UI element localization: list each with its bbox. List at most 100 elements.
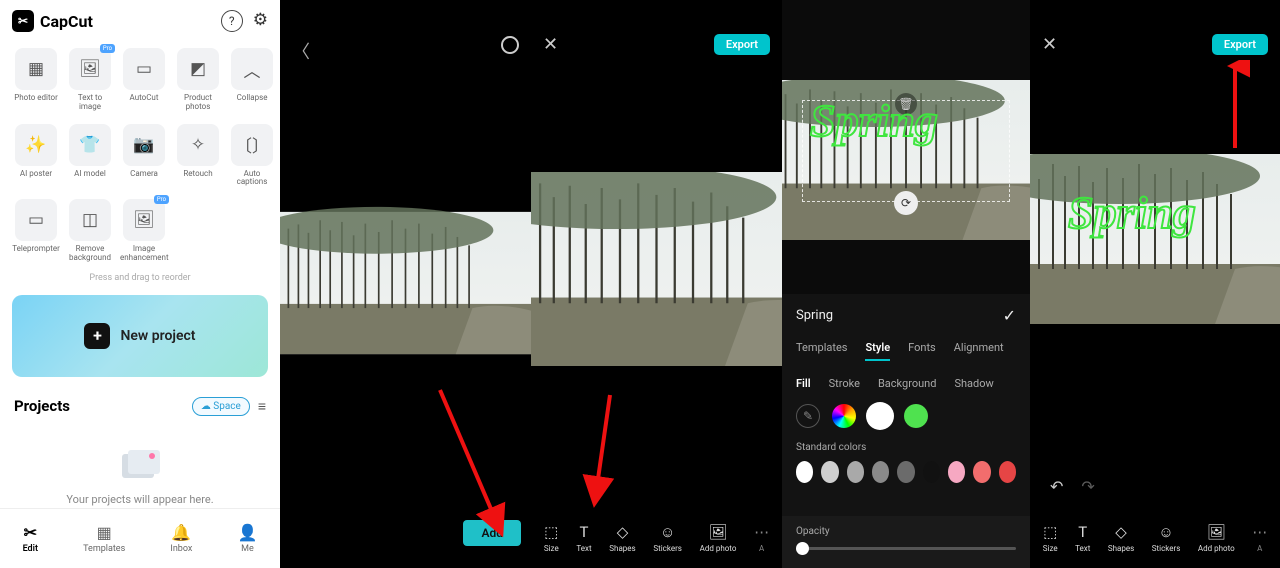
bell-icon: 🔔 <box>171 523 191 542</box>
color-white-selected[interactable] <box>868 404 892 428</box>
text-to-image-button[interactable]: Pro🖼 <box>69 48 111 90</box>
tab-templates[interactable]: Templates <box>796 341 847 361</box>
new-project-button[interactable]: + New project <box>12 295 268 377</box>
tool-size[interactable]: ⬚Size <box>1043 523 1058 553</box>
shapes-icon: ◇ <box>1115 523 1127 541</box>
eyedropper-icon[interactable]: ✎ <box>796 404 820 428</box>
sort-icon[interactable]: ≡ <box>258 398 266 415</box>
tool-size[interactable]: ⬚Size <box>544 523 559 553</box>
import-panel: 〈 Add <box>280 0 531 568</box>
text-icon: T <box>1078 523 1087 541</box>
std-color[interactable] <box>821 461 838 483</box>
circle-icon[interactable] <box>501 36 519 54</box>
std-color[interactable] <box>897 461 914 483</box>
tool-more[interactable]: ⋯A <box>1252 523 1267 553</box>
opacity-label: Opacity <box>796 526 1016 537</box>
text-overlay: Spring <box>1068 186 1196 239</box>
nav-inbox[interactable]: 🔔Inbox <box>170 523 192 554</box>
back-icon[interactable]: 〈 <box>292 38 310 64</box>
slider-knob[interactable] <box>796 542 809 555</box>
canvas[interactable]: Spring <box>1030 154 1280 324</box>
product-photos-button[interactable]: ◩ <box>177 48 219 90</box>
nav-edit[interactable]: ✂Edit <box>23 523 38 554</box>
canvas[interactable]: 🗑 ⟳ Spring <box>782 80 1030 240</box>
std-color[interactable] <box>923 461 940 483</box>
settings-icon[interactable]: ⚙ <box>253 10 268 32</box>
brand-name: CapCut <box>40 12 93 31</box>
standard-colors-row <box>796 461 1016 483</box>
rotate-icon[interactable]: ⟳ <box>894 191 918 215</box>
undo-icon[interactable]: ↶ <box>1050 477 1063 496</box>
style-sheet: Spring ✓ Templates Style Fonts Alignment… <box>782 294 1030 568</box>
templates-icon: ▦ <box>97 523 112 542</box>
space-button[interactable]: ☁ Space <box>192 397 250 416</box>
media-preview[interactable] <box>280 198 531 368</box>
tool-text[interactable]: TText <box>1075 523 1090 553</box>
camera-button[interactable]: 📷 <box>123 124 165 166</box>
subtab-background[interactable]: Background <box>878 377 936 390</box>
nav-me[interactable]: 👤Me <box>238 523 258 554</box>
canvas[interactable] <box>531 172 782 366</box>
close-icon[interactable]: ✕ <box>543 34 558 55</box>
retouch-button[interactable]: ✧ <box>177 124 219 166</box>
export-panel: ✕ Export Spring ↶ ↷ ⬚Size TText ◇Shapes … <box>1030 0 1280 568</box>
add-button[interactable]: Add <box>463 520 521 546</box>
capcut-logo-icon: ✂ <box>12 10 34 32</box>
tool-shapes[interactable]: ◇Shapes <box>1108 523 1134 553</box>
confirm-icon[interactable]: ✓ <box>1003 306 1016 325</box>
subtab-stroke[interactable]: Stroke <box>829 377 860 390</box>
std-color[interactable] <box>999 461 1016 483</box>
opacity-slider[interactable] <box>796 547 1016 550</box>
tool-addphoto[interactable]: 🖼Add photo <box>700 523 737 553</box>
plus-icon: + <box>84 323 110 349</box>
brand: ✂ CapCut <box>12 10 93 32</box>
auto-captions-button[interactable]: 〔〕 <box>231 124 273 166</box>
projects-title: Projects <box>14 397 70 415</box>
subtab-fill[interactable]: Fill <box>796 377 811 390</box>
tab-fonts[interactable]: Fonts <box>908 341 936 361</box>
standard-colors-label: Standard colors <box>796 442 1016 453</box>
export-button[interactable]: Export <box>714 34 770 55</box>
nav-templates[interactable]: ▦Templates <box>83 523 125 554</box>
autocut-button[interactable]: ▭ <box>123 48 165 90</box>
shapes-icon: ◇ <box>617 523 629 541</box>
subtab-shadow[interactable]: Shadow <box>954 377 993 390</box>
text-input[interactable]: Spring <box>796 308 1003 323</box>
tool-text[interactable]: TText <box>576 523 591 553</box>
text-overlay[interactable]: Spring <box>810 94 938 147</box>
redo-icon[interactable]: ↷ <box>1081 477 1094 496</box>
user-icon: 👤 <box>238 523 258 542</box>
reorder-hint: Press and drag to reorder <box>0 273 280 283</box>
stickers-icon: ☺ <box>1158 523 1173 541</box>
stickers-icon: ☺ <box>660 523 675 541</box>
annotation-arrow-icon <box>1220 60 1250 150</box>
annotation-arrow-icon <box>575 390 615 510</box>
std-color[interactable] <box>796 461 813 483</box>
std-color[interactable] <box>948 461 965 483</box>
bottom-nav: ✂Edit ▦Templates 🔔Inbox 👤Me <box>0 508 280 568</box>
tool-shapes[interactable]: ◇Shapes <box>609 523 635 553</box>
photo-editor-button[interactable]: ▦ <box>15 48 57 90</box>
teleprompter-button[interactable]: ▭ <box>15 199 57 241</box>
tool-more[interactable]: ⋯A <box>754 523 769 553</box>
color-wheel[interactable] <box>832 404 856 428</box>
remove-bg-button[interactable]: ◫ <box>69 199 111 241</box>
tool-stickers[interactable]: ☺Stickers <box>653 523 682 553</box>
size-icon: ⬚ <box>1043 523 1057 541</box>
close-icon[interactable]: ✕ <box>1042 34 1057 55</box>
help-icon[interactable]: ? <box>221 10 243 32</box>
tool-stickers[interactable]: ☺Stickers <box>1152 523 1181 553</box>
tool-addphoto[interactable]: 🖼Add photo <box>1198 523 1235 553</box>
tab-alignment[interactable]: Alignment <box>954 341 1004 361</box>
collapse-button[interactable]: ︿ <box>231 48 273 90</box>
color-green[interactable] <box>904 404 928 428</box>
ai-model-button[interactable]: 👕 <box>69 124 111 166</box>
ai-poster-button[interactable]: ✨ <box>15 124 57 166</box>
std-color[interactable] <box>872 461 889 483</box>
tab-style[interactable]: Style <box>865 341 890 361</box>
std-color[interactable] <box>973 461 990 483</box>
std-color[interactable] <box>847 461 864 483</box>
export-button[interactable]: Export <box>1212 34 1268 55</box>
image-enhance-button[interactable]: Pro🖼 <box>123 199 165 241</box>
addphoto-icon: 🖼 <box>708 523 727 541</box>
